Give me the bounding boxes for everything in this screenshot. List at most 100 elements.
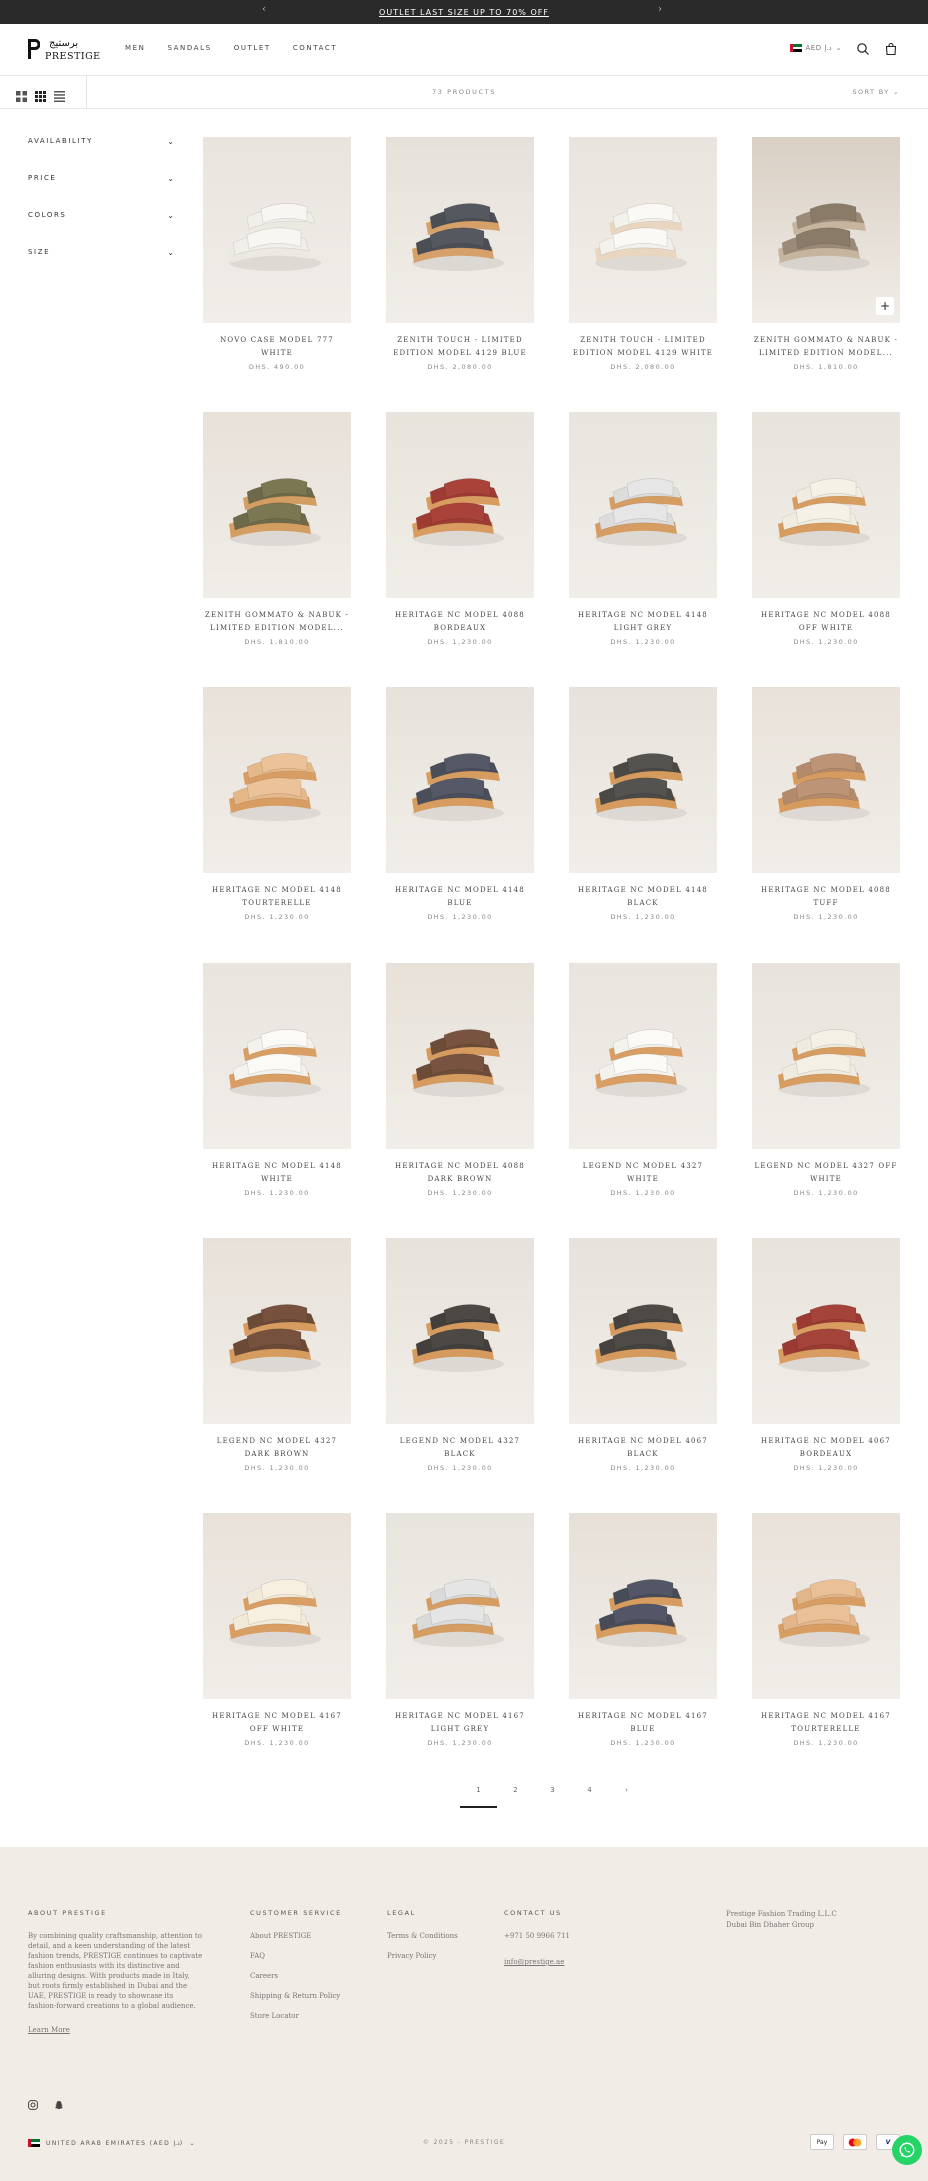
product-image[interactable] [203,137,351,323]
footer-phone[interactable]: +971 50 9966 711 [504,1931,570,1941]
product-card[interactable]: HERITAGE NC MODEL 4148 WHITE DHS. 1,230.0… [203,963,351,1223]
page-2[interactable]: 2 [497,1786,534,1806]
product-title[interactable]: HERITAGE NC MODEL 4088 TUFF [752,884,900,910]
nav-contact[interactable]: CONTACT [293,44,337,52]
nav-sandals[interactable]: SANDALS [168,44,212,52]
whatsapp-chat-button[interactable] [892,2135,922,2165]
product-image[interactable] [386,1238,534,1424]
product-image[interactable] [752,1513,900,1699]
footer-link-faq[interactable]: FAQ [250,1951,342,1961]
product-title[interactable]: HERITAGE NC MODEL 4067 BLACK [569,1435,717,1461]
snapchat-icon[interactable] [54,2095,64,2110]
page-3[interactable]: 3 [534,1786,571,1806]
product-card[interactable]: LEGEND NC MODEL 4327 OFF WHITE DHS. 1,230… [752,963,900,1223]
page-4[interactable]: 4 [571,1786,608,1806]
product-image[interactable] [752,137,900,323]
product-card[interactable]: ZENITH TOUCH - LIMITED EDITION MODEL 412… [386,137,534,397]
product-title[interactable]: HERITAGE NC MODEL 4148 BLACK [569,884,717,910]
product-title[interactable]: ZENITH GOMMATO & NABUK - LIMITED EDITION… [752,334,900,360]
product-image[interactable] [386,687,534,873]
product-image[interactable] [203,963,351,1149]
product-title[interactable]: HERITAGE NC MODEL 4148 TOURTERELLE [203,884,351,910]
page-1[interactable]: 1 [460,1786,497,1808]
filter-price[interactable]: PRICE ⌄ [28,174,174,211]
product-image[interactable] [203,687,351,873]
product-card[interactable]: ZENITH TOUCH - LIMITED EDITION MODEL 412… [569,137,717,397]
product-title[interactable]: HERITAGE NC MODEL 4167 LIGHT GREY [386,1710,534,1736]
product-image[interactable] [752,687,900,873]
footer-link-shipping[interactable]: Shipping & Return Policy [250,1991,342,2001]
instagram-icon[interactable] [28,2095,38,2110]
product-title[interactable]: HERITAGE NC MODEL 4088 DARK BROWN [386,1160,534,1186]
product-title[interactable]: HERITAGE NC MODEL 4148 BLUE [386,884,534,910]
nav-men[interactable]: MEN [125,44,146,52]
currency-selector[interactable]: AED د.إ ⌄ [789,44,843,52]
product-title[interactable]: LEGEND NC MODEL 4327 DARK BROWN [203,1435,351,1461]
product-card[interactable]: + ZENITH GOMMATO & NABUK - LIMITED EDITIO… [752,137,900,397]
product-image[interactable] [569,137,717,323]
product-title[interactable]: LEGEND NC MODEL 4327 OFF WHITE [752,1160,900,1186]
sort-by-dropdown[interactable]: SORT BY ⌄ [852,88,900,96]
previous-announcement-icon[interactable]: ‹ [262,4,266,15]
product-image[interactable] [569,412,717,598]
product-title[interactable]: ZENITH TOUCH - LIMITED EDITION MODEL 412… [386,334,534,360]
product-image[interactable] [386,137,534,323]
product-image[interactable] [386,1513,534,1699]
product-image[interactable] [752,1238,900,1424]
product-title[interactable]: HERITAGE NC MODEL 4088 BORDEAUX [386,609,534,635]
learn-more-link[interactable]: Learn More [28,2025,203,2035]
product-image[interactable] [752,963,900,1149]
product-title[interactable]: NOVO CASE MODEL 777 WHITE [203,334,351,360]
product-card[interactable]: ZENITH GOMMATO & NABUK - LIMITED EDITION… [203,412,351,672]
product-card[interactable]: HERITAGE NC MODEL 4167 LIGHT GREY DHS. 1,… [386,1513,534,1773]
prestige-logo[interactable]: برستيج PRESTIGE [27,38,103,64]
product-card[interactable]: HERITAGE NC MODEL 4088 BORDEAUX DHS. 1,23… [386,412,534,672]
product-image[interactable] [569,1238,717,1424]
product-image[interactable] [386,963,534,1149]
nav-outlet[interactable]: OUTLET [234,44,271,52]
product-title[interactable]: LEGEND NC MODEL 4327 BLACK [386,1435,534,1461]
product-card[interactable]: LEGEND NC MODEL 4327 DARK BROWN DHS. 1,23… [203,1238,351,1498]
product-image[interactable] [203,1238,351,1424]
product-title[interactable]: HERITAGE NC MODEL 4167 TOURTERELLE [752,1710,900,1736]
footer-link-about[interactable]: About PRESTIGE [250,1931,342,1941]
search-icon[interactable] [856,41,870,55]
product-card[interactable]: HERITAGE NC MODEL 4148 LIGHT GREY DHS. 1,… [569,412,717,672]
announcement-link[interactable]: OUTLET LAST SIZE UP TO 70% OFF [379,8,549,17]
footer-link-careers[interactable]: Careers [250,1971,342,1981]
product-card[interactable]: HERITAGE NC MODEL 4088 DARK BROWN DHS. 1,… [386,963,534,1223]
product-card[interactable]: HERITAGE NC MODEL 4088 OFF WHITE DHS. 1,2… [752,412,900,672]
product-image[interactable] [386,412,534,598]
filter-colors[interactable]: COLORS ⌄ [28,211,174,248]
product-image[interactable] [569,1513,717,1699]
product-card[interactable]: HERITAGE NC MODEL 4088 TUFF DHS. 1,230.00 [752,687,900,947]
product-image[interactable] [752,412,900,598]
product-title[interactable]: HERITAGE NC MODEL 4088 OFF WHITE [752,609,900,635]
product-card[interactable]: HERITAGE NC MODEL 4067 BORDEAUX DHS. 1,23… [752,1238,900,1498]
product-card[interactable]: LEGEND NC MODEL 4327 WHITE DHS. 1,230.00 [569,963,717,1223]
next-announcement-icon[interactable]: › [658,4,662,15]
product-title[interactable]: HERITAGE NC MODEL 4148 WHITE [203,1160,351,1186]
footer-link-privacy[interactable]: Privacy Policy [387,1951,458,1961]
product-card[interactable]: HERITAGE NC MODEL 4148 BLUE DHS. 1,230.00 [386,687,534,947]
product-title[interactable]: HERITAGE NC MODEL 4167 OFF WHITE [203,1710,351,1736]
product-image[interactable] [203,1513,351,1699]
product-card[interactable]: NOVO CASE MODEL 777 WHITE DHS. 490.00 [203,137,351,397]
cart-icon[interactable] [884,41,898,56]
product-card[interactable]: HERITAGE NC MODEL 4167 OFF WHITE DHS. 1,2… [203,1513,351,1773]
footer-link-terms[interactable]: Terms & Conditions [387,1931,458,1941]
product-image[interactable] [569,963,717,1149]
filter-size[interactable]: SIZE ⌄ [28,248,174,285]
product-card[interactable]: HERITAGE NC MODEL 4167 TOURTERELLE DHS. 1… [752,1513,900,1773]
product-title[interactable]: ZENITH TOUCH - LIMITED EDITION MODEL 412… [569,334,717,360]
quick-add-icon[interactable]: + [876,297,894,315]
product-title[interactable]: HERITAGE NC MODEL 4148 LIGHT GREY [569,609,717,635]
product-card[interactable]: HERITAGE NC MODEL 4148 TOURTERELLE DHS. 1… [203,687,351,947]
next-page-button[interactable]: › [608,1786,645,1806]
product-title[interactable]: ZENITH GOMMATO & NABUK - LIMITED EDITION… [203,609,351,635]
product-card[interactable]: HERITAGE NC MODEL 4167 BLUE DHS. 1,230.00 [569,1513,717,1773]
product-card[interactable]: HERITAGE NC MODEL 4148 BLACK DHS. 1,230.0… [569,687,717,947]
product-title[interactable]: HERITAGE NC MODEL 4067 BORDEAUX [752,1435,900,1461]
footer-link-store-locator[interactable]: Store Locator [250,2011,342,2021]
product-title[interactable]: HERITAGE NC MODEL 4167 BLUE [569,1710,717,1736]
